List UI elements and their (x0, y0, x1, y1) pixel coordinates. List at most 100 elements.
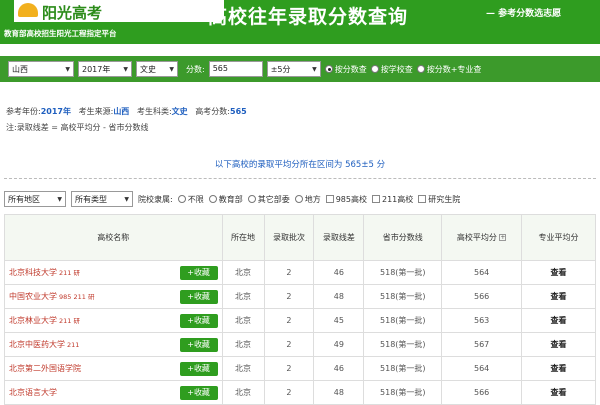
batch-cell: 2 (263, 380, 315, 405)
line-cell: 518(第一批) (363, 380, 443, 405)
view-link[interactable]: 查看 (521, 332, 596, 357)
filter-bar: 所有地区 ▼ 所有类型 ▼ 院校隶属: 不限 教育部 其它部委 地方 985高校 2… (4, 188, 596, 210)
school-link[interactable]: 北京第二外国语学院 (9, 364, 81, 373)
school-name-cell: 北京科技大学 211 研 +收藏 (4, 260, 223, 285)
affiliation-other-ministry[interactable]: 其它部委 (247, 194, 290, 205)
type-filter-select[interactable]: 所有类型 ▼ (71, 191, 133, 207)
table-row: 中国农业大学 985 211 研 +收藏 北京 2 48 518(第一批) 566 … (4, 284, 596, 309)
range-select[interactable]: ±5分 ▼ (266, 61, 321, 77)
avg-cell: 564 (441, 260, 523, 285)
category-select[interactable]: 文史 ▼ (136, 61, 178, 77)
school-name-cell: 中国农业大学 985 211 研 +收藏 (4, 284, 223, 309)
col-city: 所在地 (221, 214, 265, 261)
radio-icon (208, 195, 217, 203)
radio-icon (247, 195, 256, 203)
city-cell: 北京 (221, 380, 265, 405)
col-school-avg[interactable]: 高校平均分 + (441, 214, 523, 261)
score-input[interactable]: 565 (208, 61, 263, 77)
results-table: 高校名称 所在地 录取批次 录取线差 省市分数线 高校平均分 + 专业平均分 北… (4, 214, 596, 405)
col-batch: 录取批次 (263, 214, 315, 261)
gap-cell: 46 (313, 260, 365, 285)
batch-cell: 2 (263, 260, 315, 285)
affiliation-any[interactable]: 不限 (177, 194, 204, 205)
table-row: 北京语言大学 +收藏 北京 2 48 518(第一批) 566 查看 (4, 380, 596, 405)
site-logo[interactable]: 阳光高考 (14, 0, 224, 22)
col-gap: 录取线差 (313, 214, 365, 261)
option-by-school[interactable]: 按学校查 (370, 64, 413, 75)
radio-icon (294, 195, 303, 203)
line-cell: 518(第一批) (363, 332, 443, 357)
sun-logo-icon (18, 3, 38, 17)
school-name-cell: 北京林业大学 211 研 +收藏 (4, 308, 223, 333)
line-cell: 518(第一批) (363, 308, 443, 333)
city-cell: 北京 (221, 332, 265, 357)
favorite-button[interactable]: +收藏 (179, 290, 218, 304)
view-link[interactable]: 查看 (521, 356, 596, 381)
filter-211[interactable]: 211高校 (371, 194, 413, 205)
filter-grad-school[interactable]: 研究生院 (418, 194, 460, 205)
school-name-cell: 北京第二外国语学院 +收藏 (4, 356, 223, 381)
favorite-button[interactable]: +收藏 (179, 314, 218, 328)
avg-cell: 566 (441, 284, 523, 309)
ref-year: 2017年 (40, 107, 71, 116)
affiliation-ministry-education[interactable]: 教育部 (208, 194, 243, 205)
favorite-button[interactable]: +收藏 (179, 386, 218, 400)
school-name-cell: 北京语言大学 +收藏 (4, 380, 223, 405)
filter-985[interactable]: 985高校 (325, 194, 367, 205)
view-link[interactable]: 查看 (521, 308, 596, 333)
school-link[interactable]: 北京中医药大学 (9, 340, 65, 349)
school-name-cell: 北京中医药大学 211 +收藏 (4, 332, 223, 357)
chevron-down-icon: ▼ (57, 195, 62, 203)
chevron-down-icon: ▼ (169, 65, 174, 73)
option-by-score-major[interactable]: 按分数+专业查 (416, 64, 481, 75)
score-label: 分数: (186, 64, 205, 74)
note-text: 注:录取线差 = 高校平均分 - 省市分数线 (6, 123, 149, 132)
checkbox-icon (418, 195, 427, 203)
school-link[interactable]: 北京语言大学 (9, 388, 57, 397)
col-school-name: 高校名称 (4, 214, 223, 261)
school-tags: 211 (67, 341, 80, 349)
avg-cell: 566 (441, 380, 523, 405)
affiliation-local[interactable]: 地方 (294, 194, 321, 205)
table-header-row: 高校名称 所在地 录取批次 录取线差 省市分数线 高校平均分 + 专业平均分 (4, 214, 596, 261)
affiliation-label: 院校隶属: (138, 194, 173, 204)
school-tags: 211 研 (59, 317, 80, 325)
page-tagline: — 参考分数选志愿 (486, 9, 562, 19)
favorite-button[interactable]: +收藏 (179, 362, 218, 376)
radio-icon (416, 65, 425, 73)
school-link[interactable]: 北京林业大学 (9, 316, 57, 325)
city-cell: 北京 (221, 308, 265, 333)
gap-cell: 48 (313, 380, 365, 405)
region-filter-select[interactable]: 所有地区 ▼ (4, 191, 66, 207)
batch-cell: 2 (263, 284, 315, 309)
site-header: 阳光高考 教育部高校招生阳光工程指定平台 高校往年录取分数查询 — 参考分数选志… (0, 0, 600, 44)
gap-cell: 48 (313, 284, 365, 309)
view-link[interactable]: 查看 (521, 284, 596, 309)
school-link[interactable]: 中国农业大学 (9, 292, 57, 301)
score-value: 565 (230, 107, 247, 116)
favorite-button[interactable]: +收藏 (179, 266, 218, 280)
favorite-button[interactable]: +收藏 (179, 338, 218, 352)
view-link[interactable]: 查看 (521, 260, 596, 285)
province-select[interactable]: 山西 ▼ (8, 61, 74, 77)
query-info: 参考年份:2017年 考生来源:山西 考生科类:文史 高考分数:565 注:录取… (6, 104, 247, 136)
origin-value: 山西 (113, 107, 130, 116)
sort-icon[interactable]: + (499, 234, 507, 241)
col-major-avg: 专业平均分 (521, 214, 596, 261)
table-row: 北京科技大学 211 研 +收藏 北京 2 46 518(第一批) 564 查看 (4, 260, 596, 285)
batch-cell: 2 (263, 332, 315, 357)
year-select[interactable]: 2017年 ▼ (78, 61, 132, 77)
city-cell: 北京 (221, 260, 265, 285)
radio-icon (370, 65, 379, 73)
radio-icon (177, 195, 186, 203)
col-province-line: 省市分数线 (363, 214, 443, 261)
school-link[interactable]: 北京科技大学 (9, 268, 57, 277)
page-title: 高校往年录取分数查询 (208, 6, 409, 28)
view-link[interactable]: 查看 (521, 380, 596, 405)
option-by-score[interactable]: 按分数查 (324, 64, 367, 75)
avg-cell: 564 (441, 356, 523, 381)
line-cell: 518(第一批) (363, 356, 443, 381)
line-cell: 518(第一批) (363, 260, 443, 285)
table-row: 北京林业大学 211 研 +收藏 北京 2 45 518(第一批) 563 查看 (4, 308, 596, 333)
table-row: 北京中医药大学 211 +收藏 北京 2 49 518(第一批) 567 查看 (4, 332, 596, 357)
